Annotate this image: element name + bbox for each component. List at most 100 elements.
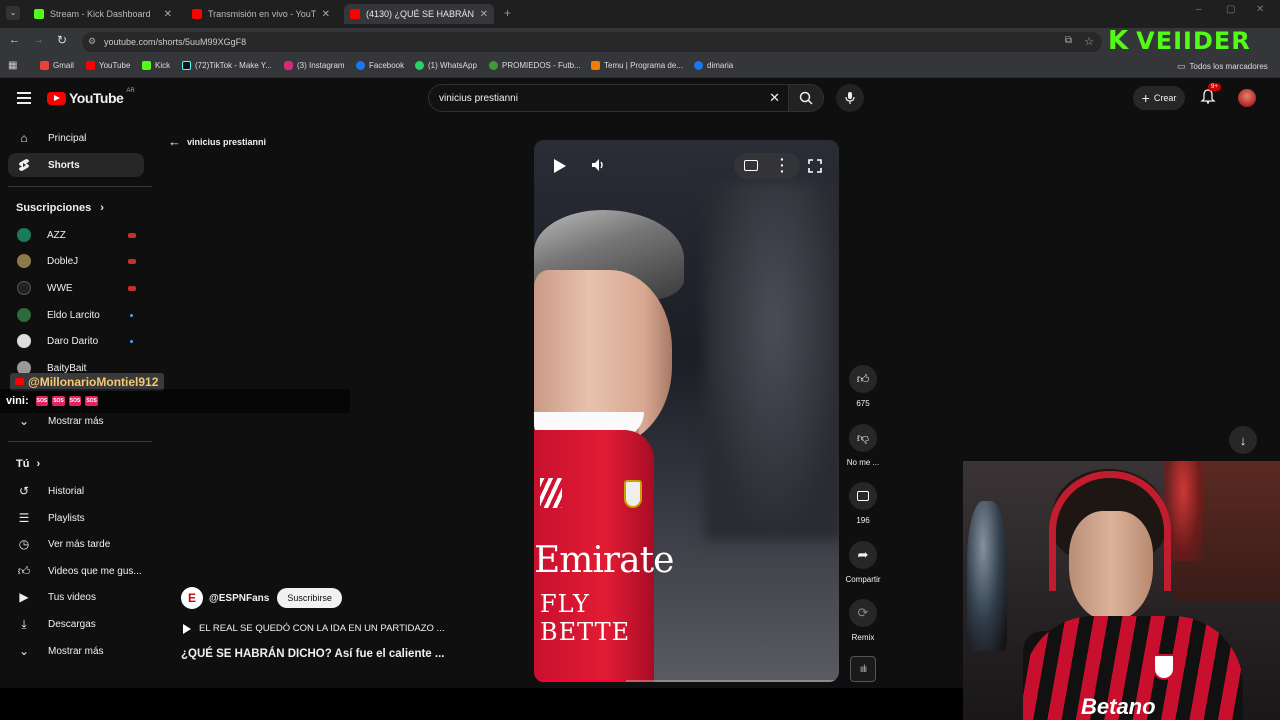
promiedos-icon: [489, 61, 498, 70]
sidebar-item-liked-videos[interactable]: 👍︎ Videos que me gus...: [8, 559, 144, 583]
sidebar-item-historial[interactable]: ↺ Historial: [8, 479, 144, 503]
tab-search-icon[interactable]: ⌄: [6, 6, 20, 20]
apps-grid-icon[interactable]: ▦: [8, 60, 17, 71]
bookmark-kick[interactable]: Kick: [142, 61, 170, 70]
tab-title: Stream - Kick Dashboard: [50, 9, 151, 19]
search-input[interactable]: vinicius prestianni: [439, 93, 518, 104]
folder-icon: ▭: [1177, 61, 1186, 71]
search-button[interactable]: [788, 84, 824, 112]
video-background: [704, 180, 839, 540]
tab-youtube-live[interactable]: Transmisión en vivo - YouTube ✕: [186, 4, 336, 24]
like-action[interactable]: 👍︎ 675: [843, 365, 883, 408]
reload-icon[interactable]: ↻: [57, 33, 67, 47]
tab-current-short[interactable]: (4130) ¿QUÉ SE HABRÁN DICHO ✕: [344, 4, 494, 24]
account-avatar[interactable]: [1238, 89, 1256, 107]
tab-kick-dashboard[interactable]: Stream - Kick Dashboard ✕: [28, 4, 178, 24]
youtube-icon: [86, 61, 95, 70]
notifications-button[interactable]: 9+: [1200, 83, 1221, 106]
install-icon[interactable]: ⧉: [1065, 35, 1072, 46]
show-more-you[interactable]: ⌄ Mostrar más: [8, 639, 144, 663]
window-close-icon[interactable]: ✕: [1256, 4, 1264, 15]
tab-title: (4130) ¿QUÉ SE HABRÁN DICHO: [366, 9, 474, 19]
remix-button[interactable]: ⟳: [849, 599, 877, 627]
search-box[interactable]: vinicius prestianni ✕: [428, 84, 788, 112]
sidebar-sub-daro-darito[interactable]: Daro Darito: [8, 329, 144, 353]
forward-icon[interactable]: →: [33, 34, 44, 46]
avatar: [17, 228, 31, 242]
bookmark-promiedos[interactable]: PROMIEDOS - Futb...: [489, 61, 581, 70]
new-tab-icon[interactable]: +: [504, 6, 511, 20]
back-to-search[interactable]: ← vinicius prestianni: [168, 134, 266, 149]
sidebar-item-shorts[interactable]: Shorts: [8, 153, 144, 177]
channel-name[interactable]: @ESPNFans: [209, 593, 269, 604]
subscriptions-heading[interactable]: Suscripciones ›: [16, 202, 104, 214]
sidebar-item-downloads[interactable]: ⤓ Descargas: [8, 612, 144, 636]
short-video-player[interactable]: Emirate FLY BETTE · · ·: [534, 140, 839, 682]
back-icon[interactable]: ←: [9, 34, 20, 46]
youtube-logo[interactable]: YouTube AR: [47, 88, 135, 106]
remix-action[interactable]: ⟳ Remix: [843, 599, 883, 642]
sidebar-sub-doblej[interactable]: DobleJ: [8, 249, 144, 273]
short-title[interactable]: ¿QUÉ SE HABRÁN DICHO? Así fue el calient…: [181, 648, 444, 660]
dislike-action[interactable]: 👎︎ No me ...: [838, 424, 888, 467]
you-heading[interactable]: Tú ›: [16, 458, 40, 470]
captions-icon[interactable]: [744, 160, 758, 171]
play-button[interactable]: [554, 159, 566, 173]
sidebar-item-label: Shorts: [48, 159, 80, 171]
all-bookmarks[interactable]: ▭ Todos los marcadores: [1177, 61, 1268, 72]
share-button[interactable]: ➦: [849, 541, 877, 569]
close-icon[interactable]: ✕: [164, 9, 172, 20]
create-button[interactable]: + Crear: [1133, 86, 1185, 110]
sidebar-item-your-videos[interactable]: ▶ Tus videos: [8, 585, 144, 609]
bookmark-gmail[interactable]: Gmail: [40, 61, 74, 70]
share-icon: ➦: [857, 547, 869, 562]
site-info-icon[interactable]: ⚙: [88, 36, 96, 47]
sidebar-item-playlists[interactable]: ☰ Playlists: [8, 506, 144, 530]
remix-icon: ⟳: [857, 605, 869, 620]
bookmark-temu[interactable]: Temu | Programa de...: [591, 61, 683, 70]
bookmark-star-icon[interactable]: ☆: [1084, 35, 1094, 48]
sound-button[interactable]: ıılı: [850, 656, 876, 682]
tab-title: Transmisión en vivo - YouTube: [208, 9, 316, 19]
bookmark-tiktok[interactable]: (72)TikTok - Make Y...: [182, 61, 272, 70]
menu-icon[interactable]: [17, 92, 31, 104]
sidebar-item-watch-later[interactable]: ◷ Ver más tarde: [8, 532, 144, 556]
stream-chat-overlay: @MillonarioMontiel912 vini: SOS SOS SOS …: [0, 372, 350, 414]
dislike-button[interactable]: 👎︎: [849, 424, 877, 452]
new-content-dot: [130, 339, 133, 343]
bookmark-instagram[interactable]: (3) Instagram: [284, 61, 345, 70]
temu-icon: [591, 61, 600, 70]
sos-emote: SOS: [52, 396, 65, 406]
bookmark-youtube[interactable]: YouTube: [86, 61, 130, 70]
close-icon[interactable]: ✕: [322, 9, 330, 20]
sidebar-sub-eldo-larcito[interactable]: Eldo Larcito: [8, 303, 144, 327]
comments-action[interactable]: 196: [843, 482, 883, 525]
next-short-button[interactable]: ↓: [1229, 426, 1257, 454]
sos-emote: SOS: [85, 396, 98, 406]
volume-icon[interactable]: [590, 157, 606, 173]
bookmark-dimaria[interactable]: dimaria: [694, 61, 733, 70]
back-arrow-icon: ←: [168, 134, 181, 149]
more-options-icon[interactable]: · · ·: [780, 152, 785, 178]
related-playlist[interactable]: EL REAL SE QUEDÓ CON LA IDA EN UN PARTID…: [183, 623, 444, 634]
progress-track[interactable]: [534, 680, 839, 682]
comments-button[interactable]: [849, 482, 877, 510]
bookmark-whatsapp[interactable]: (1) WhatsApp: [415, 61, 477, 70]
minimize-icon[interactable]: –: [1196, 4, 1202, 15]
sidebar-sub-azz[interactable]: AZZ: [8, 223, 144, 247]
chevron-right-icon: ›: [36, 458, 41, 470]
bookmark-facebook[interactable]: Facebook: [356, 61, 404, 70]
like-button[interactable]: 👍︎: [849, 365, 877, 393]
maximize-icon[interactable]: ▢: [1226, 4, 1235, 15]
url-field[interactable]: ⚙ youtube.com/shorts/5uuM99XGgF8 ⧉ ☆: [82, 32, 1102, 52]
fullscreen-icon[interactable]: [808, 159, 822, 173]
sidebar-item-principal[interactable]: ⌂ Principal: [8, 126, 144, 150]
share-action[interactable]: ➦ Compartir: [836, 541, 890, 584]
close-icon[interactable]: ✕: [480, 9, 488, 20]
sidebar-sub-wwe[interactable]: WWE: [8, 276, 144, 300]
create-label: Crear: [1153, 93, 1177, 103]
subscribe-button[interactable]: Suscribirse: [277, 588, 342, 608]
voice-search-button[interactable]: [836, 84, 864, 112]
channel-avatar[interactable]: E: [181, 587, 203, 609]
clear-search-icon[interactable]: ✕: [769, 90, 780, 106]
